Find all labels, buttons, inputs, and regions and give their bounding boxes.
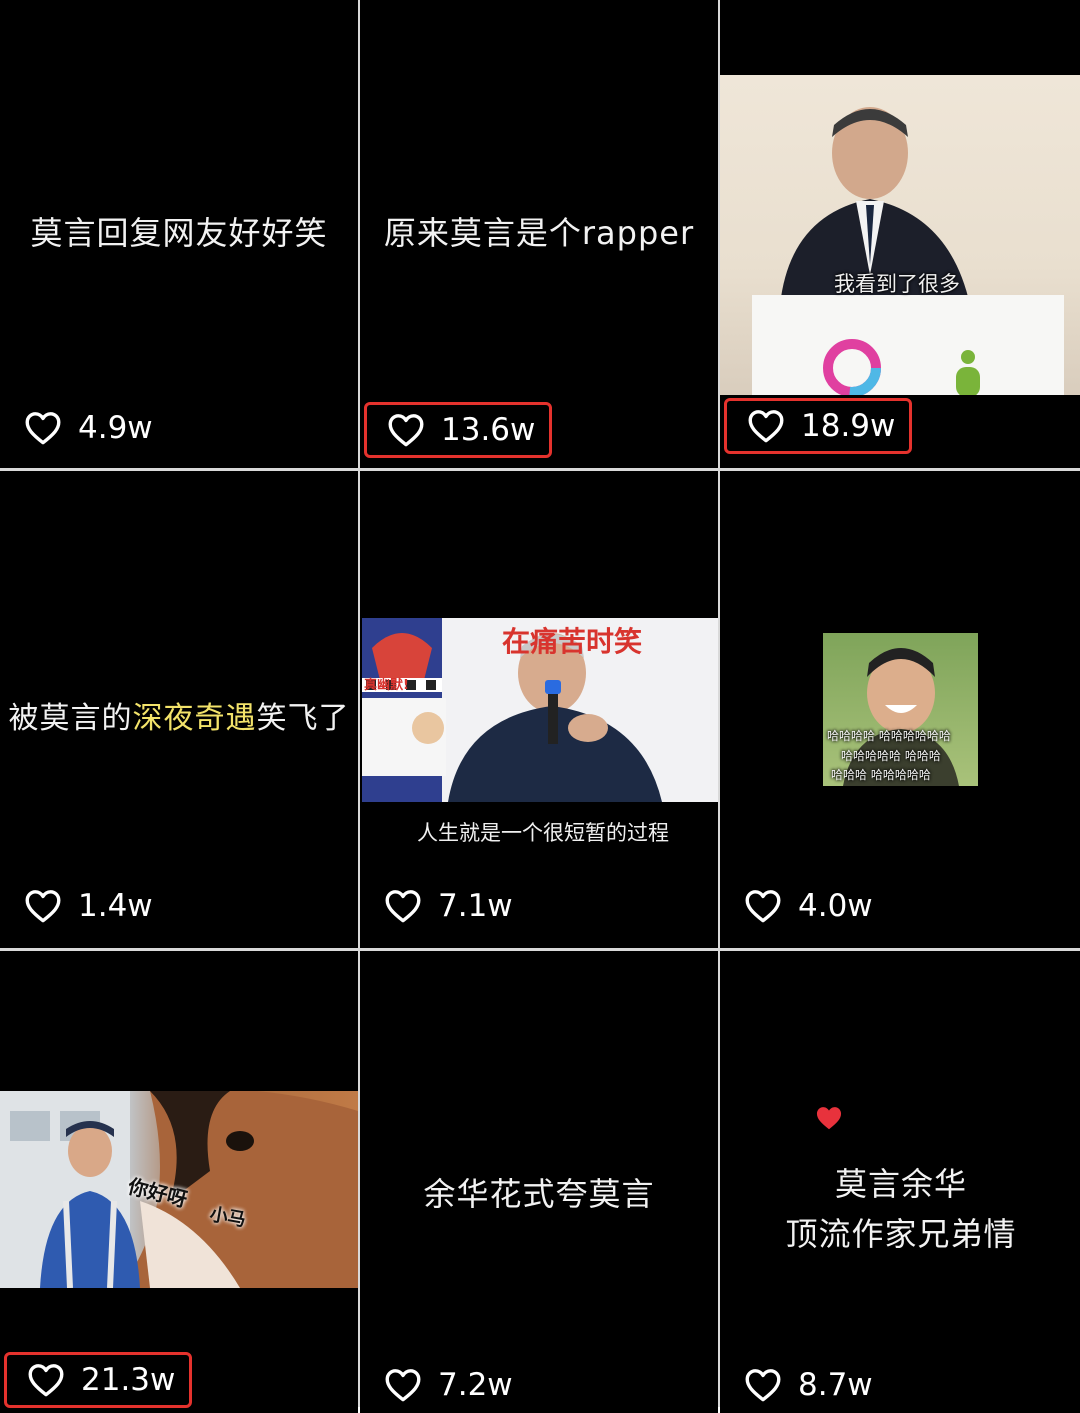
like-count: 4.0w <box>744 878 873 934</box>
video-thumbnail: 我看到了很多 <box>720 75 1080 395</box>
heart-outline-icon <box>385 1369 421 1402</box>
like-count-value: 21.3w <box>81 1362 176 1398</box>
video-subtitle: 人生就是一个很短暂的过程 <box>417 821 669 845</box>
like-count-value: 1.4w <box>78 888 153 924</box>
video-caption: 被莫言的深夜奇遇笑飞了 <box>0 693 358 737</box>
video-card-6[interactable]: 哈哈哈哈 哈哈哈哈哈哈 哈哈哈哈哈 哈哈哈 哈哈哈 哈哈哈哈哈 4.0w <box>720 471 1080 948</box>
heart-outline-icon <box>745 890 781 923</box>
meme-thumbnail: 哈哈哈哈 哈哈哈哈哈哈 哈哈哈哈哈 哈哈哈 哈哈哈 哈哈哈哈哈 <box>823 633 978 786</box>
like-count-highlighted: 18.9w <box>724 398 913 454</box>
video-caption: 莫言回复网友好好笑 <box>30 214 328 252</box>
heart-outline-icon <box>388 414 424 447</box>
video-card-4[interactable]: 被莫言的深夜奇遇笑飞了 1.4w <box>0 471 358 948</box>
meme-text-line: 哈哈哈 哈哈哈哈哈 <box>831 768 931 782</box>
meme-text-line: 哈哈哈哈 哈哈哈哈哈哈 <box>827 729 951 743</box>
heart-outline-icon <box>25 890 61 923</box>
video-card-3[interactable]: 我看到了很多 18.9w <box>720 0 1080 468</box>
like-count: 4.9w <box>24 400 153 456</box>
like-count-highlighted: 13.6w <box>364 402 553 458</box>
video-caption-line: 顶流作家兄弟情 <box>785 1215 1017 1253</box>
video-subtitle: 我看到了很多 <box>834 272 960 296</box>
like-count-highlighted: 21.3w <box>4 1352 193 1408</box>
speaker-photo <box>752 107 1064 395</box>
like-count: 7.1w <box>384 878 513 934</box>
like-count-value: 4.0w <box>798 888 873 924</box>
video-card-2[interactable]: 原来莫言是个rapper 13.6w <box>360 0 718 468</box>
heart-outline-icon <box>745 1369 781 1402</box>
like-count-value: 13.6w <box>441 412 536 448</box>
video-grid: 莫言回复网友好好笑 4.9w 原来莫言是个rapper 13.6w 我看到了很多… <box>0 0 1080 1413</box>
like-count-value: 7.1w <box>438 888 513 924</box>
heart-outline-icon <box>748 410 784 443</box>
caption-highlight: 深夜奇遇 <box>132 701 257 736</box>
heart-filled-icon <box>816 1107 842 1130</box>
like-count: 8.7w <box>744 1357 873 1413</box>
heart-outline-icon <box>25 412 61 445</box>
caption-part: 笑飞了 <box>256 701 350 736</box>
video-card-1[interactable]: 莫言回复网友好好笑 4.9w <box>0 0 358 468</box>
like-count-value: 18.9w <box>801 408 896 444</box>
heart-outline-icon <box>28 1364 64 1397</box>
video-thumbnail: 你好呀 小马 <box>0 1091 358 1288</box>
like-count: 1.4w <box>24 878 153 934</box>
video-card-8[interactable]: 余华花式夸莫言 7.2w <box>360 951 718 1413</box>
video-card-7[interactable]: 你好呀 小马 21.3w <box>0 951 358 1413</box>
banner-text: 在痛苦时笑 <box>502 625 643 658</box>
video-card-9[interactable]: 莫言余华 顶流作家兄弟情 8.7w <box>720 951 1080 1413</box>
video-card-5[interactable]: 在痛苦时笑 真幽默! 人生就是一个很短暂的过程 7.1w <box>360 471 718 948</box>
poster-text: 真幽默! <box>364 678 409 693</box>
caption-part: 被莫言的 <box>8 701 133 736</box>
video-caption-line: 莫言余华 <box>834 1165 967 1203</box>
like-count: 7.2w <box>384 1357 513 1413</box>
heart-outline-icon <box>385 890 421 923</box>
video-thumbnail: 在痛苦时笑 真幽默! <box>362 618 718 802</box>
like-count-value: 7.2w <box>438 1367 513 1403</box>
video-caption: 原来莫言是个rapper <box>383 214 695 252</box>
like-count-value: 4.9w <box>78 410 153 446</box>
video-caption: 余华花式夸莫言 <box>423 1175 655 1213</box>
like-count-value: 8.7w <box>798 1367 873 1403</box>
meme-text-line: 哈哈哈哈哈 哈哈哈 <box>841 749 941 763</box>
